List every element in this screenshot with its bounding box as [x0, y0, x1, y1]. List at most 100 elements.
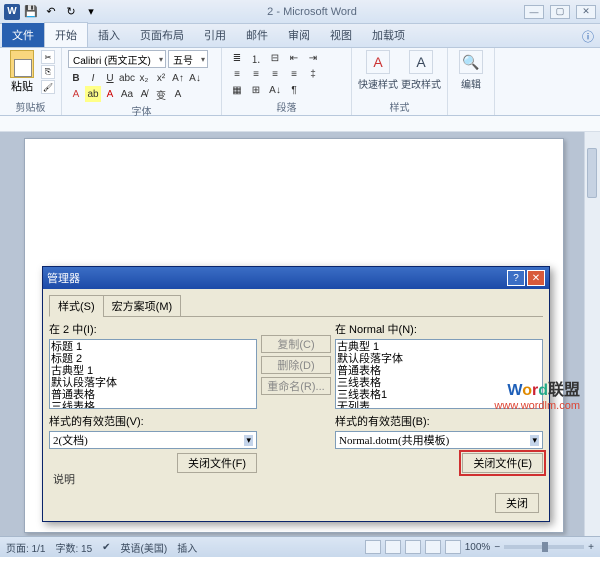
list-item[interactable]: 三线表格	[51, 401, 255, 409]
dialog-help-button[interactable]: ?	[507, 270, 525, 286]
bold-button[interactable]: B	[68, 70, 84, 86]
copy-icon[interactable]: ⎘	[41, 65, 55, 79]
left-close-file-button[interactable]: 关闭文件(F)	[177, 453, 257, 473]
close-button[interactable]: ✕	[576, 5, 596, 19]
list-item[interactable]: 三线表格1	[337, 389, 541, 401]
help-icon[interactable]: ⓘ	[582, 28, 594, 45]
status-mode[interactable]: 插入	[177, 540, 197, 555]
zoom-in-icon[interactable]: +	[588, 542, 594, 553]
superscript-button[interactable]: x²	[153, 70, 169, 86]
right-scope-combo[interactable]: Normal.dotm(共用模板)	[335, 431, 543, 449]
tab-mailings[interactable]: 邮件	[236, 23, 278, 47]
zoom-out-icon[interactable]: −	[494, 542, 500, 553]
status-page[interactable]: 页面: 1/1	[6, 540, 45, 555]
quick-access-toolbar: W 💾 ↶ ↻ ▾	[4, 3, 100, 21]
shading-icon[interactable]: ▦	[228, 82, 246, 98]
list-item[interactable]: 标题 2	[51, 353, 255, 365]
list-item[interactable]: 三线表格	[337, 377, 541, 389]
list-item[interactable]: 普通表格	[337, 365, 541, 377]
status-lang[interactable]: 英语(美国)	[121, 540, 168, 555]
copy-button[interactable]: 复制(C)	[261, 335, 331, 353]
show-marks-icon[interactable]: ¶	[285, 82, 303, 98]
list-item[interactable]: 标题 1	[51, 341, 255, 353]
zoom-slider[interactable]	[504, 545, 584, 549]
font-color-icon[interactable]: A	[102, 86, 118, 102]
grow-font-icon[interactable]: A↑	[170, 70, 186, 86]
view-read-icon[interactable]	[385, 540, 401, 554]
left-scope-combo[interactable]: 2(文档)	[49, 431, 257, 449]
find-button[interactable]: 🔍 编辑	[454, 50, 488, 91]
minimize-button[interactable]: —	[524, 5, 544, 19]
font-name-combo[interactable]: Calibri (西文正文)	[68, 50, 166, 68]
font-size-combo[interactable]: 五号	[168, 50, 208, 68]
quick-styles-icon: A	[366, 50, 390, 74]
tab-home[interactable]: 开始	[44, 22, 88, 47]
tab-references[interactable]: 引用	[194, 23, 236, 47]
dialog-titlebar[interactable]: 管理器 ? ✕	[43, 267, 549, 289]
list-item[interactable]: 古典型 1	[51, 365, 255, 377]
multilevel-icon[interactable]: ⊟	[266, 50, 284, 66]
dtab-styles[interactable]: 样式(S)	[49, 295, 104, 317]
status-words[interactable]: 字数: 15	[55, 540, 92, 555]
shrink-font-icon[interactable]: A↓	[187, 70, 203, 86]
underline-button[interactable]: U	[102, 70, 118, 86]
zoom-level[interactable]: 100%	[465, 542, 491, 553]
redo-icon[interactable]: ↻	[62, 3, 80, 21]
status-proof-icon[interactable]: ✔	[102, 542, 110, 553]
tab-layout[interactable]: 页面布局	[130, 23, 194, 47]
quick-styles-button[interactable]: A 快速样式	[358, 50, 398, 91]
line-spacing-icon[interactable]: ‡	[304, 66, 322, 82]
sort-icon[interactable]: A↓	[266, 82, 284, 98]
tab-file[interactable]: 文件	[2, 23, 44, 47]
align-right-icon[interactable]: ≡	[266, 66, 284, 82]
borders-icon[interactable]: ⊞	[247, 82, 265, 98]
justify-icon[interactable]: ≡	[285, 66, 303, 82]
change-case-icon[interactable]: Aa	[119, 86, 135, 102]
ribbon-tabs: 文件 开始 插入 页面布局 引用 邮件 审阅 视图 加载项 ⓘ	[0, 24, 600, 48]
dialog-close-footer-button[interactable]: 关闭	[495, 493, 539, 513]
tab-addins[interactable]: 加载项	[362, 23, 415, 47]
cut-icon[interactable]: ✂	[41, 50, 55, 64]
highlight-icon[interactable]: ab	[85, 86, 101, 102]
tab-view[interactable]: 视图	[320, 23, 362, 47]
align-center-icon[interactable]: ≡	[247, 66, 265, 82]
list-item[interactable]: 默认段落字体	[337, 353, 541, 365]
list-item[interactable]: 默认段落字体	[51, 377, 255, 389]
numbering-icon[interactable]: ⒈	[247, 50, 265, 66]
align-left-icon[interactable]: ≡	[228, 66, 246, 82]
vertical-scrollbar[interactable]	[584, 132, 600, 536]
text-effects-icon[interactable]: A	[68, 86, 84, 102]
view-outline-icon[interactable]	[425, 540, 441, 554]
view-print-icon[interactable]	[365, 540, 381, 554]
left-listbox[interactable]: 标题 1 标题 2 古典型 1 默认段落字体 普通表格 三线表格 三线表格1 无…	[49, 339, 257, 409]
list-item[interactable]: 古典型 1	[337, 341, 541, 353]
paste-button[interactable]: 粘贴	[6, 50, 38, 94]
right-listbox[interactable]: 古典型 1 默认段落字体 普通表格 三线表格 三线表格1 无列表 正文	[335, 339, 543, 409]
list-item[interactable]: 普通表格	[51, 389, 255, 401]
decrease-indent-icon[interactable]: ⇤	[285, 50, 303, 66]
view-draft-icon[interactable]	[445, 540, 461, 554]
clear-format-icon[interactable]: A̸	[136, 86, 152, 102]
rename-button[interactable]: 重命名(R)...	[261, 377, 331, 395]
dtab-macros[interactable]: 宏方案项(M)	[103, 295, 182, 317]
char-border-icon[interactable]: A	[170, 86, 186, 102]
tab-review[interactable]: 审阅	[278, 23, 320, 47]
tab-insert[interactable]: 插入	[88, 23, 130, 47]
strike-button[interactable]: abc	[119, 70, 135, 86]
qat-dropdown-icon[interactable]: ▾	[82, 3, 100, 21]
maximize-button[interactable]: ▢	[550, 5, 570, 19]
undo-icon[interactable]: ↶	[42, 3, 60, 21]
bullets-icon[interactable]: ≣	[228, 50, 246, 66]
list-item[interactable]: 无列表	[337, 401, 541, 409]
format-painter-icon[interactable]: 🖌	[41, 80, 55, 94]
view-web-icon[interactable]	[405, 540, 421, 554]
phonetic-icon[interactable]: 变	[153, 86, 169, 102]
increase-indent-icon[interactable]: ⇥	[304, 50, 322, 66]
save-icon[interactable]: 💾	[22, 3, 40, 21]
subscript-button[interactable]: x₂	[136, 70, 152, 86]
italic-button[interactable]: I	[85, 70, 101, 86]
delete-button[interactable]: 删除(D)	[261, 356, 331, 374]
right-close-file-button[interactable]: 关闭文件(E)	[462, 453, 543, 473]
change-styles-button[interactable]: A 更改样式	[401, 50, 441, 91]
dialog-close-button[interactable]: ✕	[527, 270, 545, 286]
